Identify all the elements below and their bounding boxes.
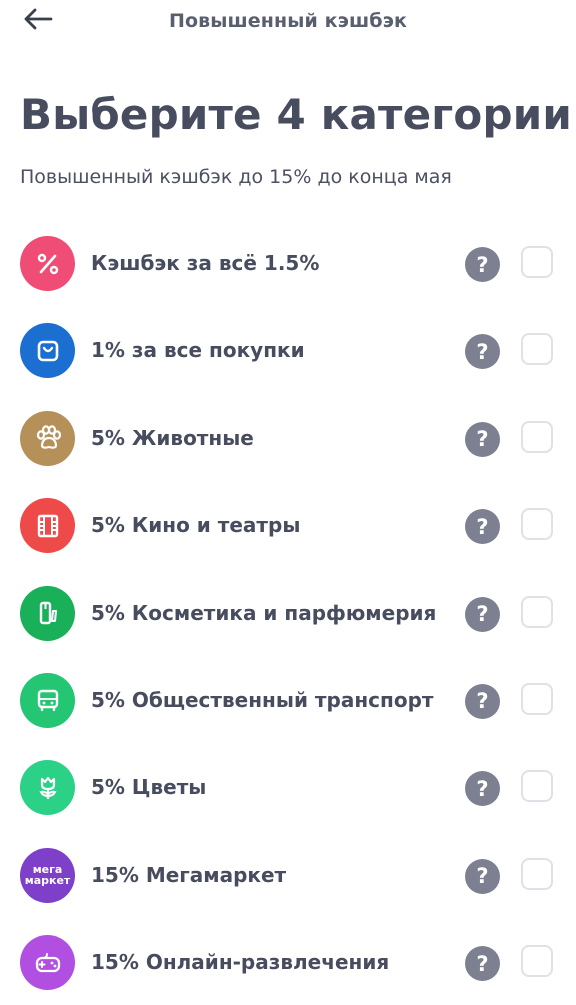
- question-icon: ?: [476, 514, 489, 539]
- question-icon: ?: [476, 339, 489, 364]
- percent-icon: [20, 236, 75, 291]
- question-icon: ?: [476, 864, 489, 889]
- question-icon: ?: [476, 252, 489, 277]
- category-label: Кэшбэк за всё 1.5%: [91, 251, 320, 275]
- header: Повышенный кэшбэк: [0, 0, 576, 44]
- category-row-flowers[interactable]: 5% Цветы ?: [0, 746, 576, 833]
- help-button[interactable]: ?: [465, 771, 500, 807]
- category-label: 5% Общественный транспорт: [91, 687, 434, 712]
- category-label: 5% Цветы: [91, 775, 207, 800]
- category-row-transport[interactable]: 5% Общественный транспорт ?: [0, 659, 576, 746]
- category-label: 5% Кино и театры: [91, 513, 301, 538]
- page-title: Выберите 4 категории: [20, 90, 572, 139]
- question-icon: ?: [476, 951, 489, 976]
- film-icon: [20, 498, 75, 554]
- help-button[interactable]: ?: [465, 858, 500, 894]
- category-row-all-purchases[interactable]: 1% за все покупки ?: [0, 309, 576, 396]
- paw-icon: [20, 410, 75, 466]
- category-row-megamarket[interactable]: мега маркет 15% Мегамаркет ?: [0, 834, 576, 921]
- question-icon: ?: [476, 427, 489, 452]
- megamarket-logo-icon: мега маркет: [20, 847, 75, 903]
- category-checkbox[interactable]: [521, 857, 553, 890]
- category-label: 15% Мегамаркет: [91, 862, 287, 887]
- category-checkbox[interactable]: [521, 682, 553, 715]
- category-label: 15% Онлайн-развлечения: [91, 950, 390, 975]
- help-button[interactable]: ?: [465, 421, 500, 457]
- category-row-cinema[interactable]: 5% Кино и театры ?: [0, 484, 576, 571]
- shopping-bag-icon: [20, 323, 75, 379]
- help-button[interactable]: ?: [465, 946, 500, 982]
- help-button[interactable]: ?: [465, 596, 500, 632]
- megamarket-logo-text-2: маркет: [24, 874, 71, 888]
- page-subtitle: Повышенный кэшбэк до 15% до конца мая: [20, 166, 452, 188]
- header-title: Повышенный кэшбэк: [168, 10, 408, 32]
- category-checkbox[interactable]: [521, 770, 553, 803]
- category-label: 1% за все покупки: [91, 338, 305, 363]
- category-checkbox[interactable]: [521, 420, 553, 453]
- help-button[interactable]: ?: [465, 683, 500, 719]
- page: Повышенный кэшбэк Выберите 4 категории П…: [0, 0, 576, 1005]
- category-row-animals[interactable]: 5% Животные ?: [0, 397, 576, 484]
- question-icon: ?: [476, 776, 489, 801]
- category-checkbox[interactable]: [521, 508, 553, 541]
- category-checkbox[interactable]: [521, 246, 553, 278]
- category-label: 5% Косметика и парфюмерия: [91, 600, 437, 625]
- question-icon: ?: [476, 602, 489, 627]
- perfume-icon: [20, 585, 75, 641]
- category-row-cosmetics[interactable]: 5% Косметика и парфюмерия ?: [0, 572, 576, 659]
- help-button[interactable]: ?: [465, 247, 500, 282]
- gamepad-icon: [20, 935, 75, 991]
- flower-icon: [20, 760, 75, 816]
- category-label: 5% Животные: [91, 425, 254, 450]
- category-checkbox[interactable]: [521, 333, 553, 366]
- help-button[interactable]: ?: [465, 509, 500, 545]
- category-list: Кэшбэк за всё 1.5% ? 1% за все покупки ?: [0, 222, 576, 1005]
- bus-icon: [20, 672, 75, 728]
- question-icon: ?: [476, 689, 489, 714]
- category-row-online-entertainment[interactable]: 15% Онлайн-развлечения ?: [0, 921, 576, 1005]
- category-row-cashback-all[interactable]: Кэшбэк за всё 1.5% ?: [0, 222, 576, 309]
- category-checkbox[interactable]: [521, 595, 553, 628]
- category-checkbox[interactable]: [521, 945, 553, 978]
- help-button[interactable]: ?: [465, 334, 500, 370]
